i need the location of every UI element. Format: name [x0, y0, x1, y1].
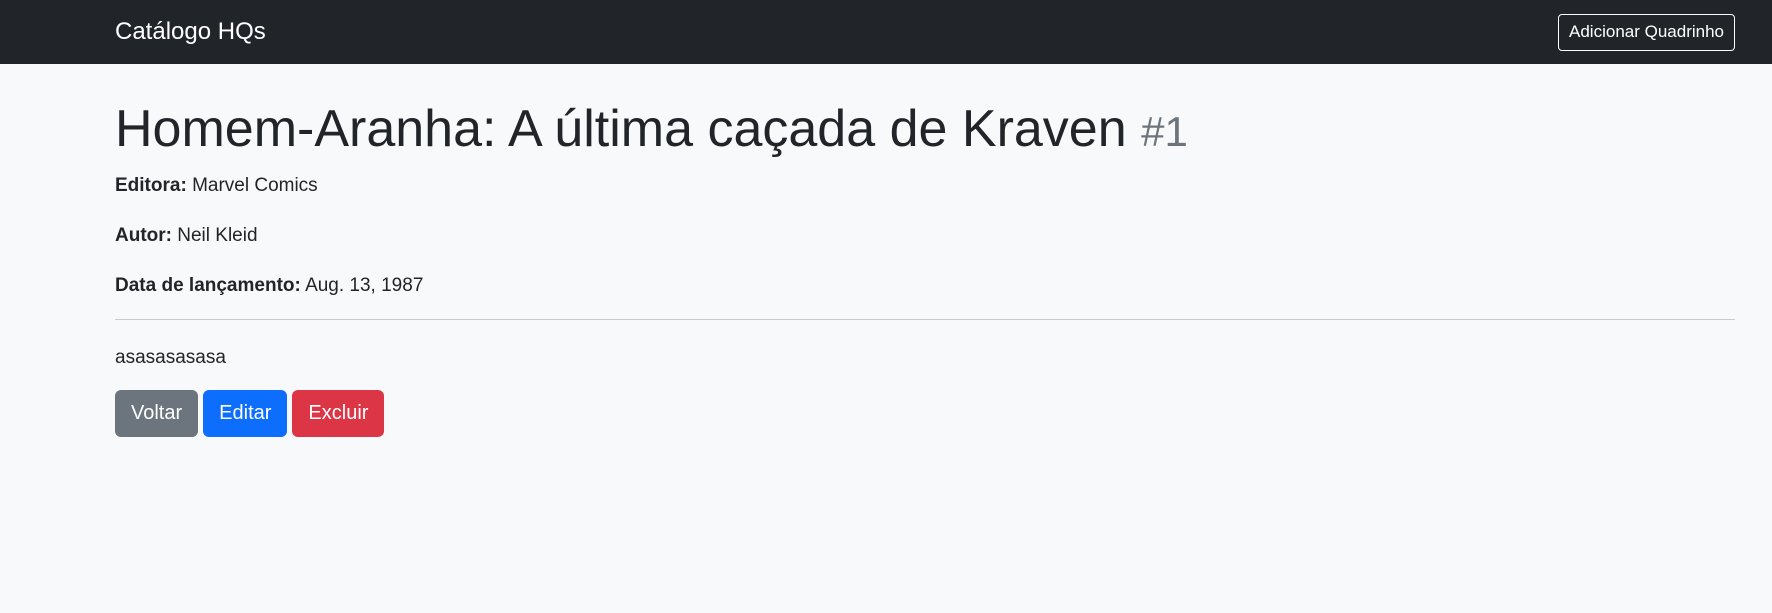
comic-detail: Homem-Aranha: A última caçada de Kraven … — [0, 98, 1772, 438]
release-date-field: Data de lançamento: Aug. 13, 1987 — [115, 274, 1735, 298]
author-label: Autor: — [115, 225, 172, 247]
publisher-field: Editora: Marvel Comics — [115, 174, 1735, 198]
author-value: Neil Kleid — [177, 225, 258, 247]
release-date-value: Aug. 13, 1987 — [305, 275, 424, 297]
release-date-label: Data de lançamento: — [115, 275, 301, 297]
navbar: Catálogo HQs Adicionar Quadrinho — [0, 0, 1772, 64]
publisher-label: Editora: — [115, 175, 187, 197]
page-title: Homem-Aranha: A última caçada de Kraven … — [115, 98, 1735, 160]
author-field: Autor: Neil Kleid — [115, 224, 1735, 248]
action-buttons: Voltar Editar Excluir — [115, 390, 1735, 438]
divider — [115, 319, 1735, 321]
add-comic-button[interactable]: Adicionar Quadrinho — [1558, 13, 1735, 51]
publisher-value: Marvel Comics — [192, 175, 318, 197]
edit-button[interactable]: Editar — [203, 390, 288, 438]
navbar-brand-link[interactable]: Catálogo HQs — [115, 18, 266, 46]
comic-title: Homem-Aranha: A última caçada de Kraven — [115, 100, 1127, 158]
comic-issue-number: #1 — [1141, 108, 1188, 155]
back-button[interactable]: Voltar — [115, 390, 199, 438]
delete-button[interactable]: Excluir — [292, 390, 385, 438]
comic-description: asasasasasa — [115, 347, 226, 369]
